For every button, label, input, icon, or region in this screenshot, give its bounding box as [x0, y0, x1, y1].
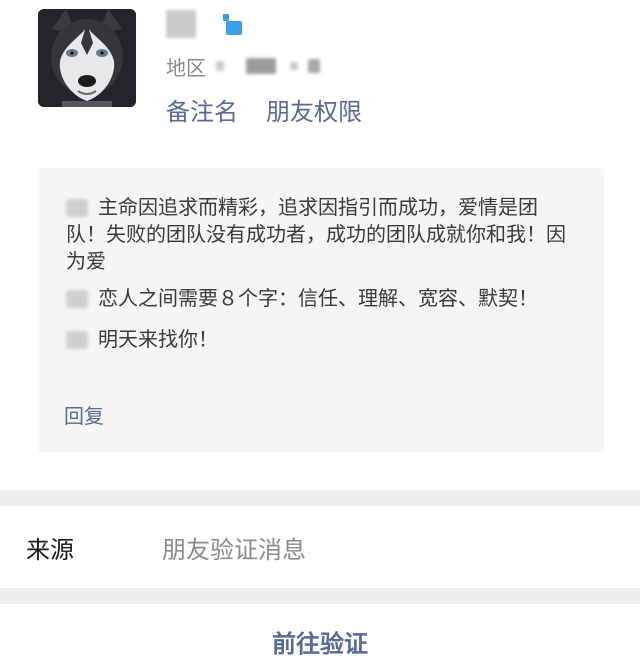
section-divider — [0, 490, 640, 506]
remark-name-link[interactable]: 备注名 — [166, 92, 238, 127]
source-label: 来源 — [26, 536, 74, 564]
message-text: 明天来找你！ — [98, 327, 218, 351]
region-row: 地区 — [166, 52, 320, 80]
profile-header: 地区 备注名 朋友权限 — [0, 0, 640, 150]
message-item: 恋人之间需要８个字：信任、理解、宽容、默契！ — [66, 285, 576, 312]
message-item: 主命因追求而精彩，追求因指引而成功，爱情是团队！失败的团队没有成功者，成功的团队… — [66, 194, 576, 275]
action-row: 前往验证 — [0, 604, 640, 665]
redacted-region — [290, 62, 298, 70]
redacted-sender — [66, 331, 88, 349]
male-gender-icon — [223, 14, 242, 35]
nickname-redacted — [166, 8, 242, 40]
profile-links: 备注名 朋友权限 — [166, 92, 362, 127]
redacted-nickname — [166, 10, 196, 38]
friend-permission-link[interactable]: 朋友权限 — [266, 92, 362, 127]
section-divider — [0, 588, 640, 604]
avatar[interactable] — [38, 9, 136, 107]
verification-message-card: 主命因追求而精彩，追求因指引而成功，爱情是团队！失败的团队没有成功者，成功的团队… — [38, 168, 604, 452]
redacted-region — [216, 61, 224, 71]
redacted-region — [246, 58, 276, 74]
message-text: 主命因追求而精彩，追求因指引而成功，爱情是团队！失败的团队没有成功者，成功的团队… — [66, 195, 566, 273]
redacted-sender — [66, 199, 88, 217]
redacted-region — [308, 59, 320, 73]
source-value: 朋友验证消息 — [162, 536, 306, 564]
husky-avatar-icon — [38, 9, 136, 107]
region-label: 地区 — [166, 55, 206, 80]
message-text: 恋人之间需要８个字：信任、理解、宽容、默契！ — [98, 286, 538, 310]
redacted-sender — [66, 290, 88, 308]
source-row: 来源 朋友验证消息 — [0, 506, 640, 588]
message-item: 明天来找你！ — [66, 326, 576, 353]
go-verify-button[interactable]: 前往验证 — [0, 624, 640, 659]
reply-link[interactable]: 回复 — [64, 400, 104, 429]
